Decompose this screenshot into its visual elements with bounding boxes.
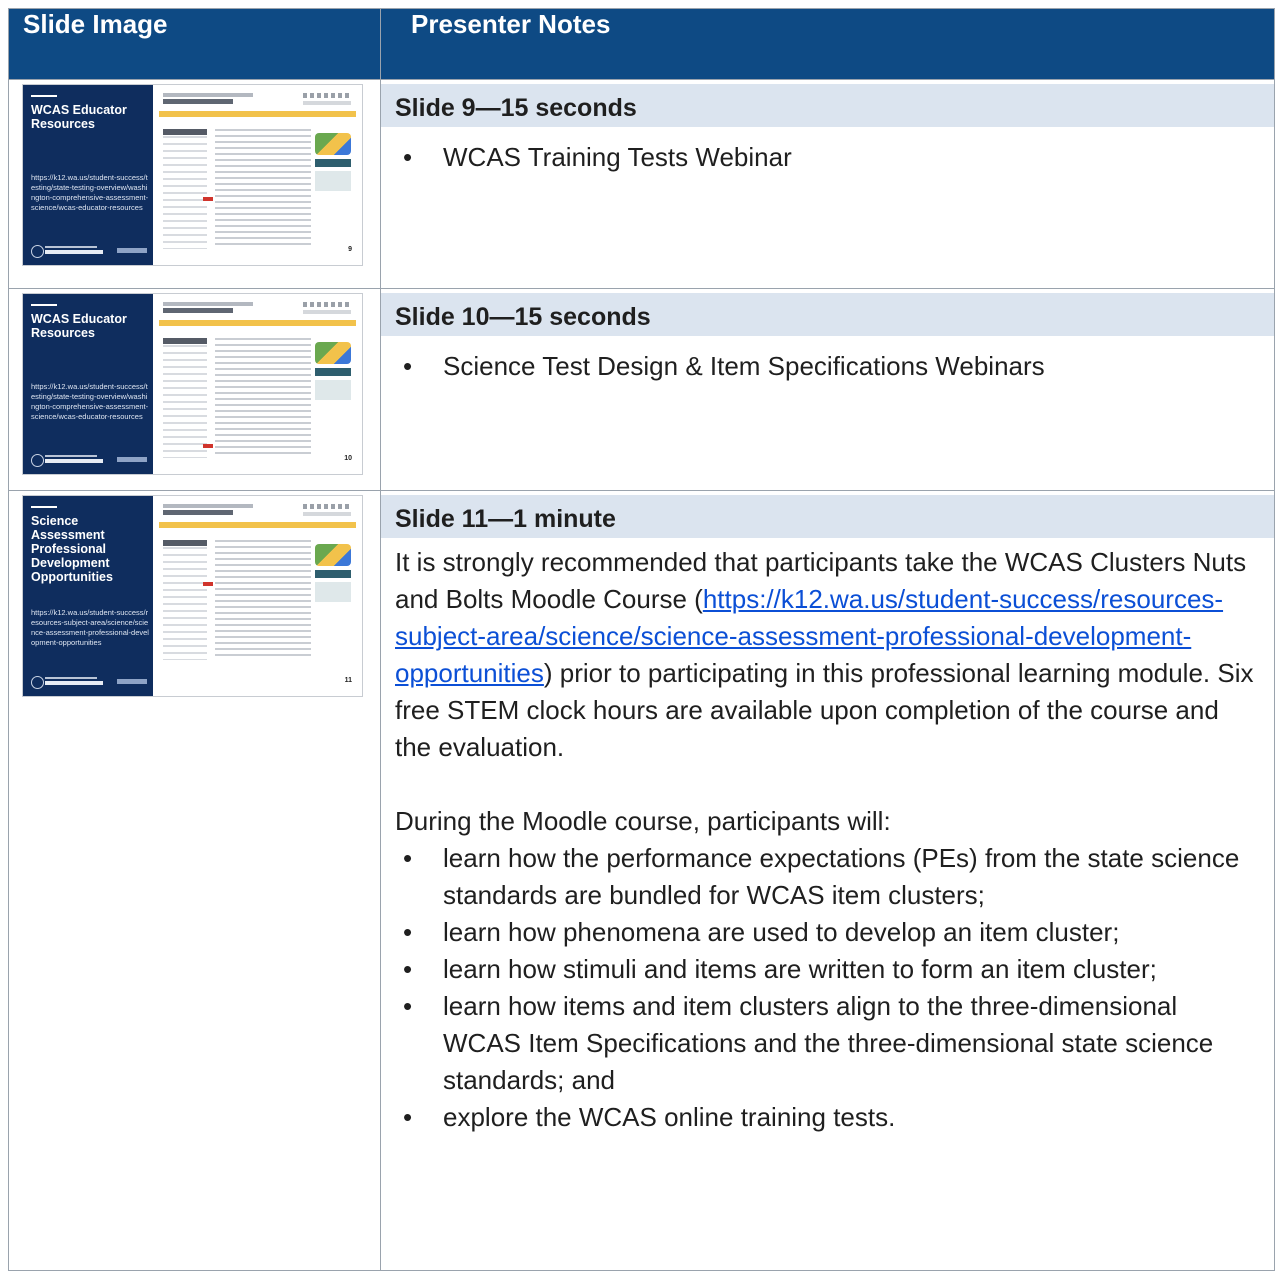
header-presenter-notes: Presenter Notes bbox=[380, 8, 1275, 80]
slide-image-cell: WCAS Educator Resources https://k12.wa.u… bbox=[8, 79, 381, 289]
accent-bar bbox=[31, 506, 57, 508]
red-arrow-icon bbox=[203, 197, 213, 201]
thumbnail-title-panel: WCAS Educator Resources https://k12.wa.u… bbox=[23, 294, 153, 474]
thumbnail-title: WCAS Educator Resources bbox=[31, 103, 127, 131]
slide-heading: Slide 10—15 seconds bbox=[381, 293, 1274, 336]
accent-bar bbox=[31, 95, 57, 97]
list-item: learn how phenomena are used to develop … bbox=[395, 914, 1260, 951]
thumbnail-url: https://k12.wa.us/student-success/testin… bbox=[31, 173, 149, 212]
red-arrow-icon bbox=[203, 444, 213, 448]
presenter-notes-table: Slide Image Presenter Notes WCAS Educato… bbox=[8, 8, 1275, 1271]
table-row: Science Assessment Professional Developm… bbox=[8, 490, 1275, 1271]
header-slide-image-label: Slide Image bbox=[23, 9, 168, 39]
list-item: WCAS Training Tests Webinar bbox=[395, 139, 1260, 176]
thumbnail-title: WCAS Educator Resources bbox=[31, 312, 127, 340]
thumbnail-title: Science Assessment Professional Developm… bbox=[31, 514, 113, 584]
list-item: learn how stimuli and items are written … bbox=[395, 951, 1260, 988]
slide-heading: Slide 11—1 minute bbox=[381, 495, 1274, 538]
list-item: learn how the performance expectations (… bbox=[395, 840, 1260, 914]
table-row: WCAS Educator Resources https://k12.wa.u… bbox=[8, 288, 1275, 491]
slide-image-cell: Science Assessment Professional Developm… bbox=[8, 490, 381, 1271]
slide-thumbnail: Science Assessment Professional Developm… bbox=[22, 495, 363, 697]
slide-heading: Slide 9—15 seconds bbox=[381, 84, 1274, 127]
slide-page-number: 10 bbox=[344, 455, 352, 462]
notes-cell: Slide 10—15 seconds Science Test Design … bbox=[380, 288, 1275, 491]
notes-intro: During the Moodle course, participants w… bbox=[395, 806, 891, 836]
notes-cell: Slide 9—15 seconds WCAS Training Tests W… bbox=[380, 79, 1275, 289]
header-slide-image: Slide Image bbox=[8, 8, 381, 80]
thumbnail-url: https://k12.wa.us/student-success/testin… bbox=[31, 382, 149, 421]
red-arrow-icon bbox=[203, 582, 213, 586]
webpage-screenshot: 9 bbox=[153, 85, 362, 265]
ospi-logo bbox=[31, 676, 149, 689]
slide-thumbnail: WCAS Educator Resources https://k12.wa.u… bbox=[22, 84, 363, 266]
table-row: WCAS Educator Resources https://k12.wa.u… bbox=[8, 79, 1275, 289]
notes-bullet-list: learn how the performance expectations (… bbox=[395, 840, 1260, 1136]
notes-bullet-list: Science Test Design & Item Specification… bbox=[395, 348, 1260, 385]
notes-paragraph: It is strongly recommended that particip… bbox=[395, 544, 1260, 766]
ospi-logo bbox=[31, 454, 149, 467]
accent-bar bbox=[31, 304, 57, 306]
slide-image-cell: WCAS Educator Resources https://k12.wa.u… bbox=[8, 288, 381, 491]
webpage-screenshot: 11 bbox=[153, 496, 362, 696]
slide-page-number: 9 bbox=[348, 246, 352, 253]
thumbnail-title-panel: Science Assessment Professional Developm… bbox=[23, 496, 153, 696]
thumbnail-title-panel: WCAS Educator Resources https://k12.wa.u… bbox=[23, 85, 153, 265]
slide-thumbnail: WCAS Educator Resources https://k12.wa.u… bbox=[22, 293, 363, 475]
notes-cell: Slide 11—1 minute It is strongly recomme… bbox=[380, 490, 1275, 1271]
list-item: Science Test Design & Item Specification… bbox=[395, 348, 1260, 385]
notes-bullet-list: WCAS Training Tests Webinar bbox=[395, 139, 1260, 176]
list-item: learn how items and item clusters align … bbox=[395, 988, 1260, 1099]
list-item: explore the WCAS online training tests. bbox=[395, 1099, 1260, 1136]
ospi-logo bbox=[31, 245, 149, 258]
webpage-screenshot: 10 bbox=[153, 294, 362, 474]
slide-page-number: 11 bbox=[344, 677, 352, 684]
table-header-row: Slide Image Presenter Notes bbox=[8, 8, 1275, 80]
header-presenter-notes-label: Presenter Notes bbox=[411, 9, 611, 39]
thumbnail-url: https://k12.wa.us/student-success/resour… bbox=[31, 608, 149, 647]
